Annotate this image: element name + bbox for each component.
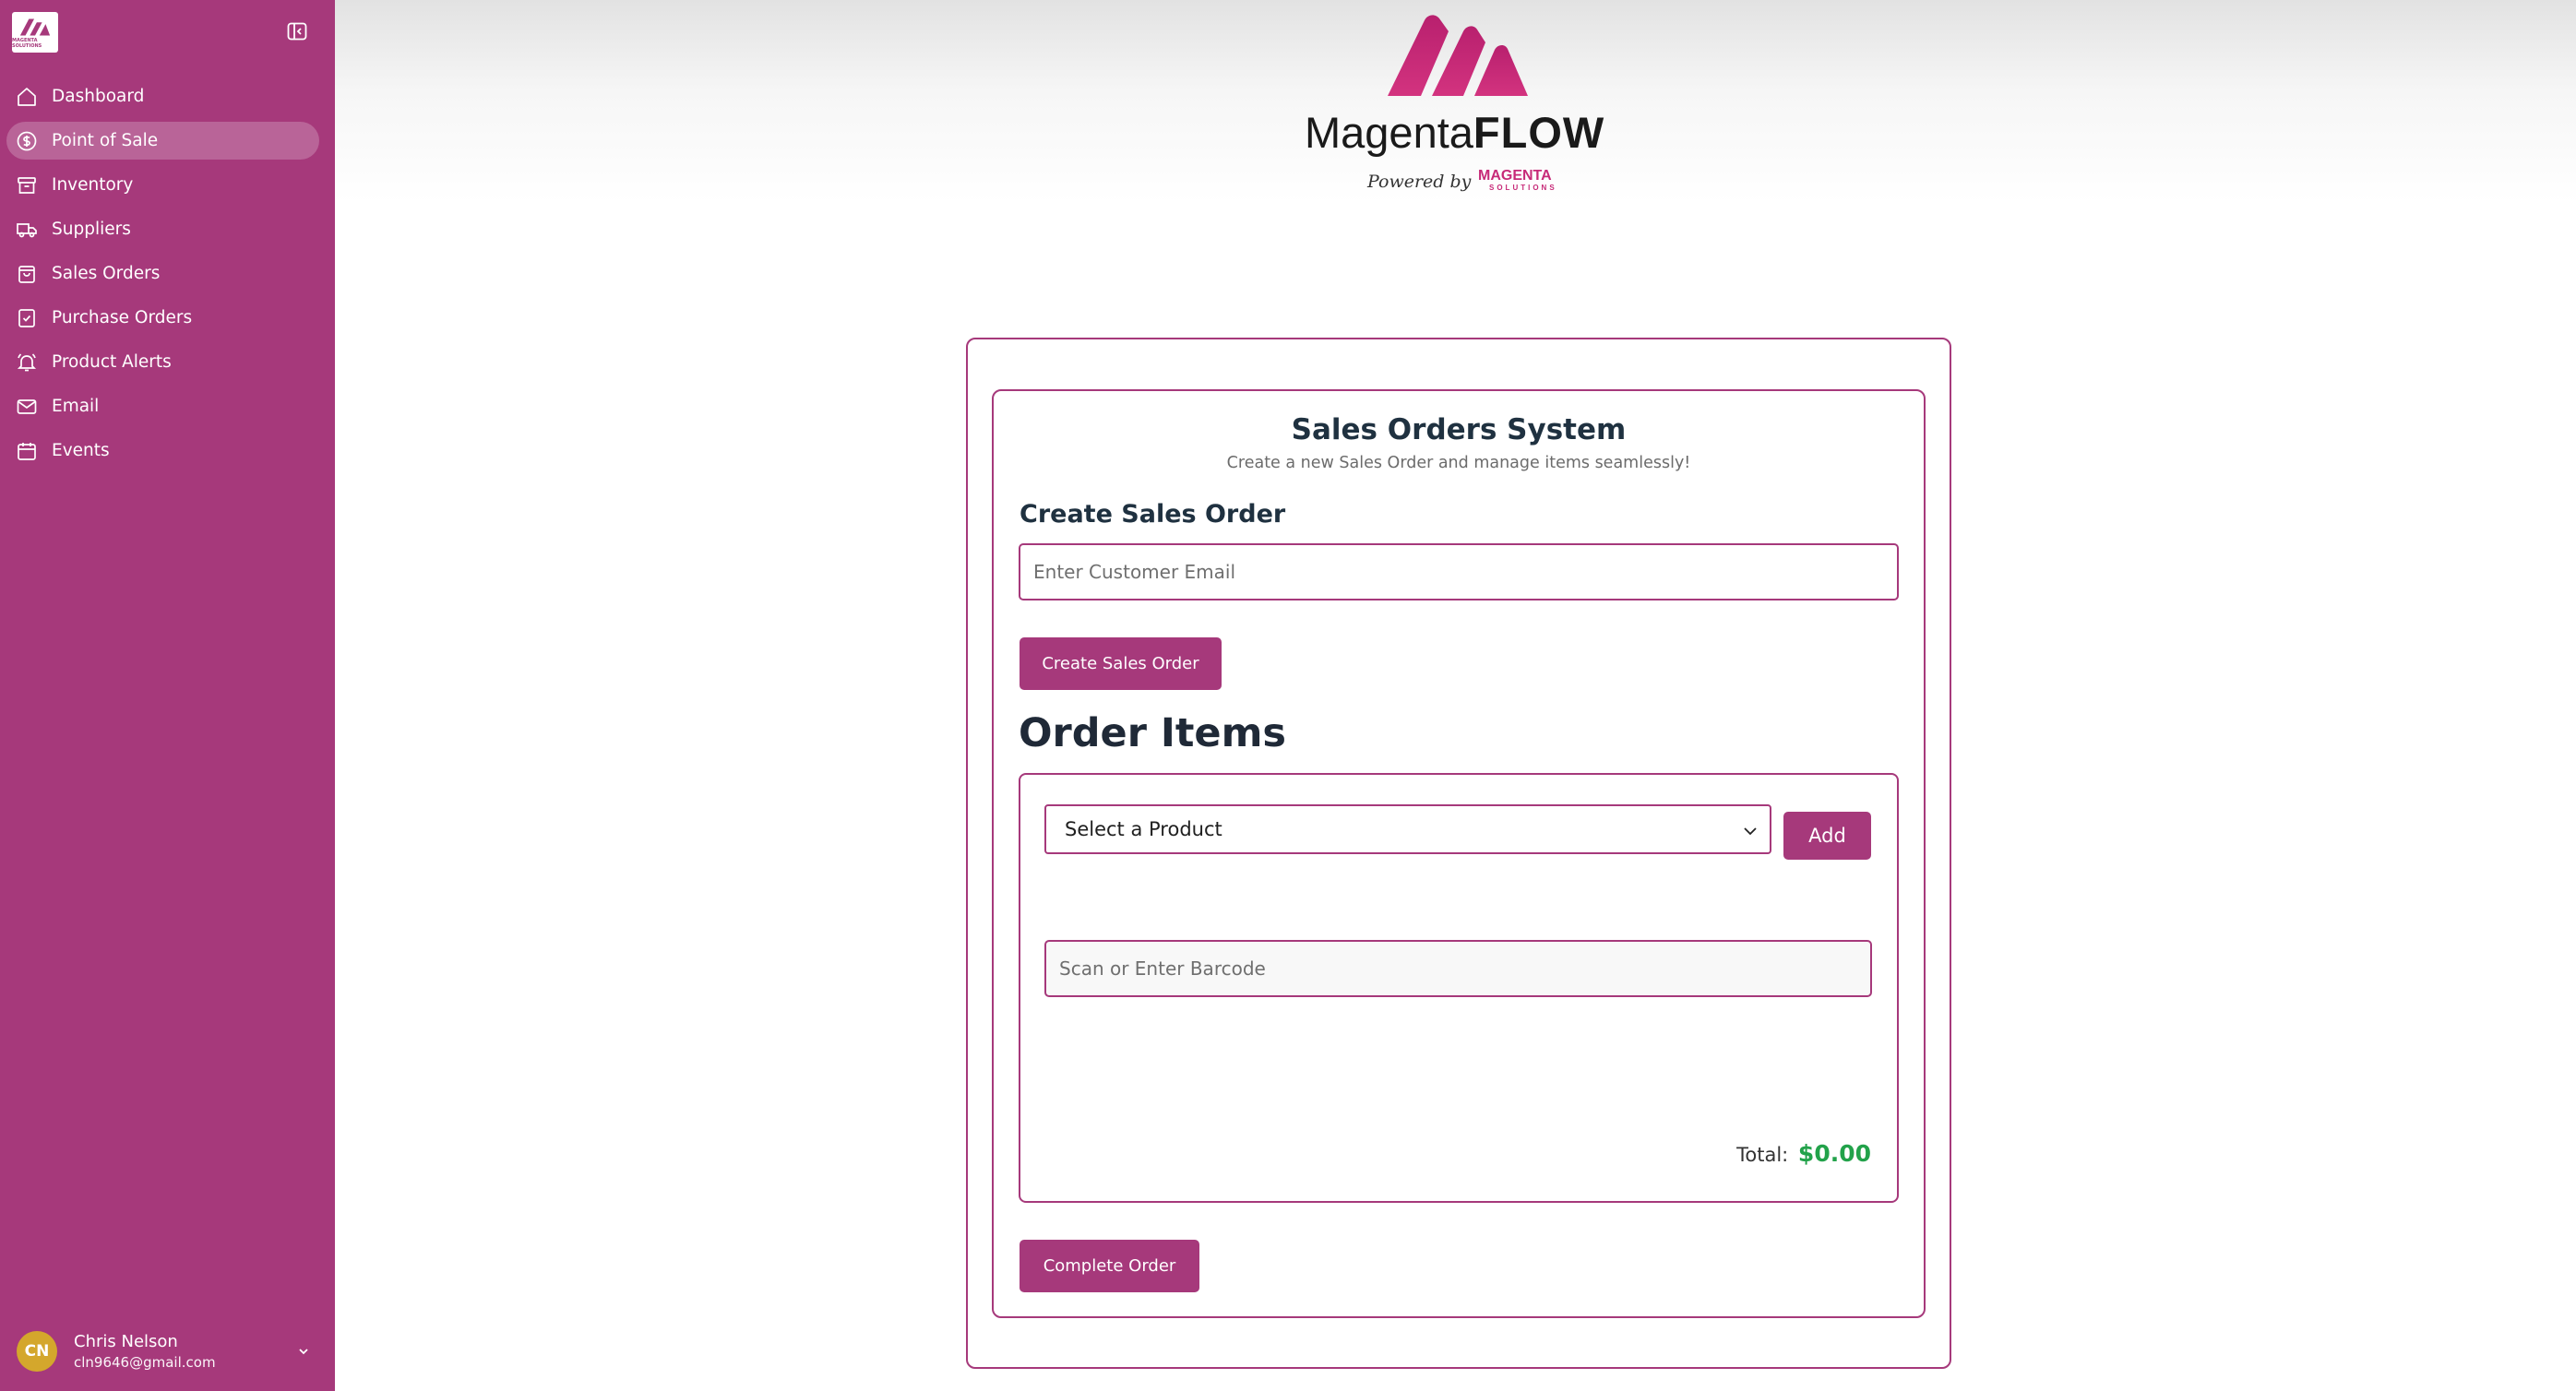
dollar-circle-icon [17,131,37,150]
create-sales-order-heading: Create Sales Order [1020,500,1286,529]
product-select-value: Select a Product [1065,818,1222,840]
complete-order-button[interactable]: Complete Order [1020,1240,1199,1292]
brand-company-name: MAGENTA [1478,168,1552,184]
sidebar-item-sales-orders[interactable]: Sales Orders [6,255,319,292]
barcode-input[interactable] [1044,940,1872,997]
home-icon [18,87,36,106]
magenta-logo-icon [19,18,51,36]
user-name: Chris Nelson [74,1332,178,1351]
bell-alert-icon [17,352,37,371]
brand-name-light: Magenta [1305,108,1473,157]
customer-email-input[interactable] [1019,543,1899,600]
brand-powered-by: Powered by [1367,172,1472,192]
shopping-bag-icon [18,265,35,283]
sidebar-item-label: Email [52,397,100,416]
sidebar-item-label: Inventory [52,175,134,195]
user-email: cln9646@gmail.com [74,1354,216,1371]
truck-icon [17,222,37,237]
sidebar: MAGENTA SOLUTIONS Dashboard Point of Sal… [0,0,335,1391]
chevron-down-icon[interactable] [295,1343,312,1360]
sidebar-item-inventory[interactable]: Inventory [6,166,319,204]
sidebar-item-label: Suppliers [52,220,131,239]
avatar: CN [17,1331,57,1372]
calendar-icon [18,442,36,460]
sidebar-item-label: Dashboard [52,87,145,106]
total-label: Total: [1736,1144,1789,1166]
chevron-down-icon [1744,827,1757,836]
create-sales-order-button[interactable]: Create Sales Order [1020,637,1222,690]
magentaflow-logo-icon [1388,15,1528,96]
product-select[interactable]: Select a Product [1044,804,1771,854]
sidebar-item-suppliers[interactable]: Suppliers [6,210,319,248]
brand-logo: MagentaFLOW Powered by MAGENTA SOLUTIONS [1292,11,1624,196]
collapse-sidebar-icon[interactable] [287,22,307,41]
brand-name-bold: FLOW [1473,108,1605,157]
sidebar-item-dashboard[interactable]: Dashboard [6,77,319,115]
sidebar-nav: Dashboard Point of Sale Inventory Suppli… [6,77,319,476]
sidebar-item-point-of-sale[interactable]: Point of Sale [6,122,319,160]
user-info: Chris Nelson cln9646@gmail.com [74,1331,295,1372]
page-subtitle: Create a new Sales Order and manage item… [1226,454,1691,472]
sidebar-item-label: Sales Orders [52,264,161,283]
order-total: Total: $0.00 [1568,1140,1871,1167]
sidebar-item-label: Point of Sale [52,131,159,150]
sidebar-item-label: Purchase Orders [52,308,193,327]
sidebar-item-label: Product Alerts [52,352,172,372]
sidebar-item-purchase-orders[interactable]: Purchase Orders [6,299,319,337]
brand-company-sub: SOLUTIONS [1489,184,1557,192]
sidebar-item-label: Events [52,441,110,460]
sidebar-logo-text: MAGENTA SOLUTIONS [12,38,42,49]
clipboard-check-icon [18,308,35,327]
archive-box-icon [18,176,36,194]
total-value: $0.00 [1797,1140,1871,1167]
envelope-icon [17,398,37,414]
brand-company: MAGENTA SOLUTIONS [1478,168,1570,193]
brand-name: MagentaFLOW [1305,107,1618,158]
user-menu[interactable]: CN Chris Nelson cln9646@gmail.com [17,1328,312,1374]
page-title: Sales Orders System [1291,413,1627,446]
sidebar-logo[interactable]: MAGENTA SOLUTIONS [12,12,58,53]
sidebar-item-events[interactable]: Events [6,432,319,470]
sidebar-item-email[interactable]: Email [6,387,319,425]
sidebar-item-product-alerts[interactable]: Product Alerts [6,343,319,381]
order-items-heading: Order Items [1019,710,1286,756]
add-product-button[interactable]: Add [1783,812,1871,860]
